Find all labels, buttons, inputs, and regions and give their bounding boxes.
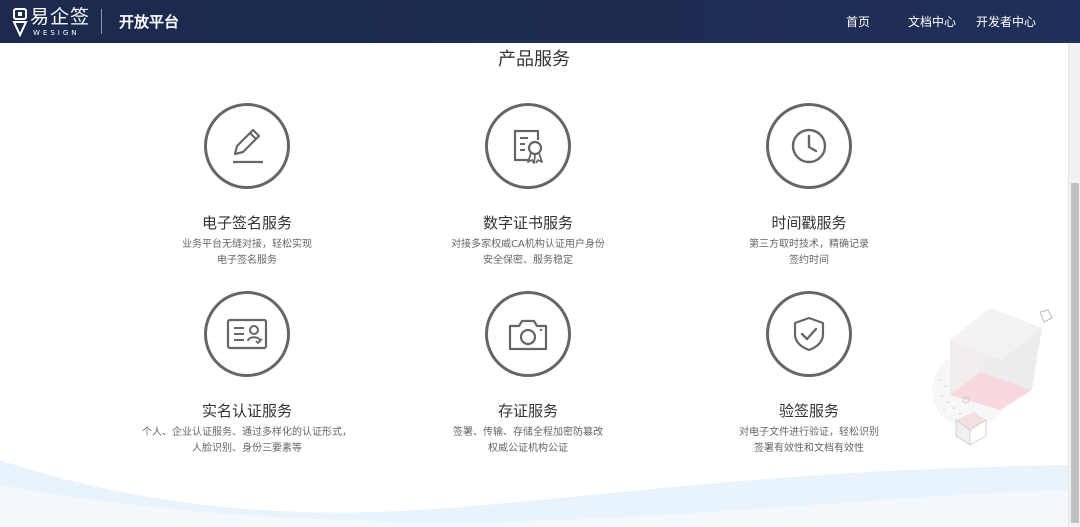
service-desc-line1: 第三方取时技术，精确记录: [749, 239, 869, 250]
service-desc-line2: 安全保密、服务稳定: [483, 255, 573, 266]
service-icon-circle: [485, 291, 571, 377]
service-card-esign[interactable]: 电子签名服务 业务平台无缝对接，轻松实现 电子签名服务: [117, 103, 377, 269]
service-desc-line1: 对接多家权威CA机构认证用户身份: [451, 239, 605, 250]
service-card-certificate[interactable]: 数字证书服务 对接多家权威CA机构认证用户身份 安全保密、服务稳定: [398, 103, 658, 269]
service-icon-circle: [204, 291, 290, 377]
service-desc-line2: 权威公证机构公证: [488, 443, 568, 454]
nav-developer-link[interactable]: 开发者中心: [976, 14, 1036, 30]
shield-check-icon: [793, 316, 825, 352]
service-card-realname[interactable]: 实名认证服务 个人、企业认证服务、通过多样化的认证形式， 人脸识别、身份三要素等: [117, 291, 377, 457]
service-name: 存证服务: [497, 402, 558, 420]
section-title: 产品服务: [498, 49, 570, 70]
service-name: 数字证书服务: [482, 214, 573, 232]
vertical-scrollbar[interactable]: [1068, 43, 1080, 527]
camera-icon: [508, 319, 548, 351]
service-icon-circle: [204, 103, 290, 189]
service-desc-line1: 个人、企业认证服务、通过多样化的认证形式，: [142, 427, 352, 438]
service-desc-line2: 人脸识别、身份三要素等: [192, 443, 302, 454]
service-desc-line2: 签约时间: [789, 255, 829, 266]
logo-subtext: WESIGN: [33, 29, 80, 37]
service-desc-line2: 电子签名服务: [217, 255, 277, 266]
nav-docs-link[interactable]: 文档中心: [908, 14, 956, 30]
service-desc-line1: 业务平台无缝对接，轻松实现: [182, 239, 312, 250]
pen-nib-logo-icon: [12, 7, 28, 37]
top-nav-bar: 易企签 WESIGN 开放平台 首页 文档中心 开发者中心: [0, 0, 1080, 43]
logo-text: 易企签: [30, 6, 91, 28]
clock-icon: [791, 128, 827, 164]
service-icon-circle: [766, 103, 852, 189]
header-divider: [101, 9, 102, 34]
platform-title: 开放平台: [119, 13, 180, 31]
service-desc-line2: 签署有效性和文档有效性: [754, 443, 864, 454]
id-card-icon: [226, 318, 268, 350]
service-icon-circle: [485, 103, 571, 189]
service-card-evidence[interactable]: 存证服务 签署、传输、存储全程加密防篡改 权威公证机构公证: [398, 291, 658, 457]
service-name: 实名认证服务: [201, 402, 292, 420]
brand-logo[interactable]: 易企签 WESIGN: [12, 5, 90, 38]
service-desc-line1: 对电子文件进行验证，轻松识别: [739, 427, 879, 438]
scrollbar-thumb[interactable]: [1071, 183, 1079, 523]
service-desc-line1: 签署、传输、存储全程加密防篡改: [453, 427, 603, 438]
service-name: 验签服务: [778, 402, 839, 420]
service-card-timestamp[interactable]: 时间戳服务 第三方取时技术，精确记录 签约时间: [679, 103, 939, 269]
service-icon-circle: [766, 291, 852, 377]
service-name: 时间戳服务: [771, 214, 847, 232]
service-card-verify[interactable]: 验签服务 对电子文件进行验证，轻松识别 签署有效性和文档有效性: [679, 291, 939, 457]
nav-home-link[interactable]: 首页: [846, 14, 870, 30]
decorative-cube-graphic: [932, 308, 1053, 446]
service-name: 电子签名服务: [201, 214, 292, 232]
certificate-icon: [513, 129, 543, 164]
pen-icon: [233, 128, 263, 164]
